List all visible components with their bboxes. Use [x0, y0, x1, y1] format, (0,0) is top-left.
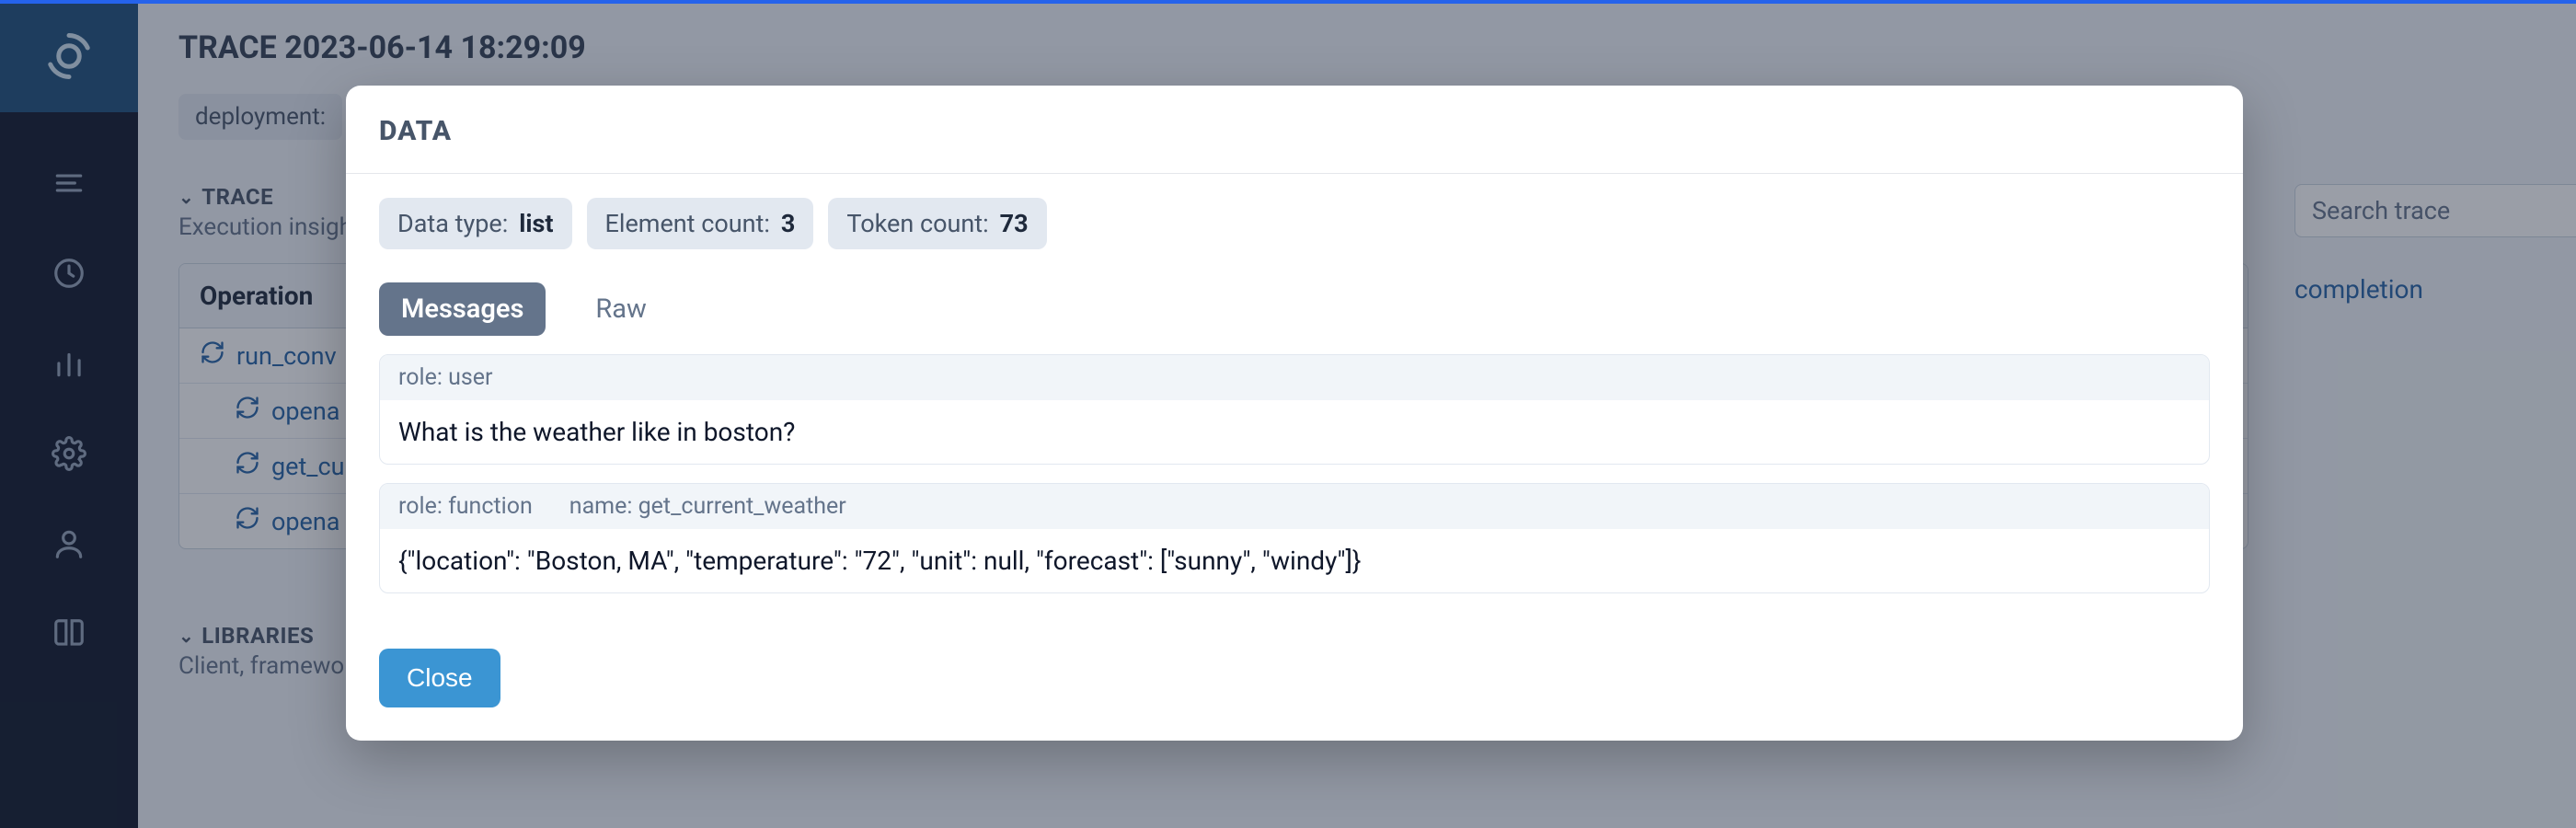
- message-card: role: function name: get_current_weather…: [379, 483, 2210, 593]
- message-header: role: function name: get_current_weather: [380, 484, 2209, 529]
- data-modal: DATA Data type: list Element count: 3 To…: [346, 86, 2243, 741]
- message-role: role: user: [398, 364, 493, 391]
- element-count-label: Element count:: [605, 209, 770, 238]
- close-button[interactable]: Close: [379, 649, 500, 707]
- modal-title: DATA: [379, 115, 2210, 147]
- top-accent-bar: [0, 0, 2576, 4]
- message-header: role: user: [380, 355, 2209, 400]
- data-type-label: Data type:: [397, 209, 508, 238]
- token-count-badge: Token count: 73: [828, 198, 1046, 249]
- token-count-label: Token count:: [846, 209, 988, 238]
- element-count-badge: Element count: 3: [587, 198, 814, 249]
- message-content: {"location": "Boston, MA", "temperature"…: [380, 529, 2209, 592]
- data-type-badge: Data type: list: [379, 198, 572, 249]
- modal-badges: Data type: list Element count: 3 Token c…: [379, 198, 2210, 249]
- tab-messages[interactable]: Messages: [379, 282, 546, 336]
- message-content: What is the weather like in boston?: [380, 400, 2209, 464]
- message-name: name: get_current_weather: [569, 493, 846, 520]
- message-role: role: function: [398, 493, 533, 520]
- modal-tabs: Messages Raw: [379, 282, 2210, 336]
- message-card: role: user What is the weather like in b…: [379, 354, 2210, 465]
- data-type-value: list: [519, 209, 553, 238]
- tab-raw[interactable]: Raw: [573, 282, 668, 336]
- token-count-value: 73: [1000, 209, 1029, 238]
- element-count-value: 3: [781, 209, 796, 238]
